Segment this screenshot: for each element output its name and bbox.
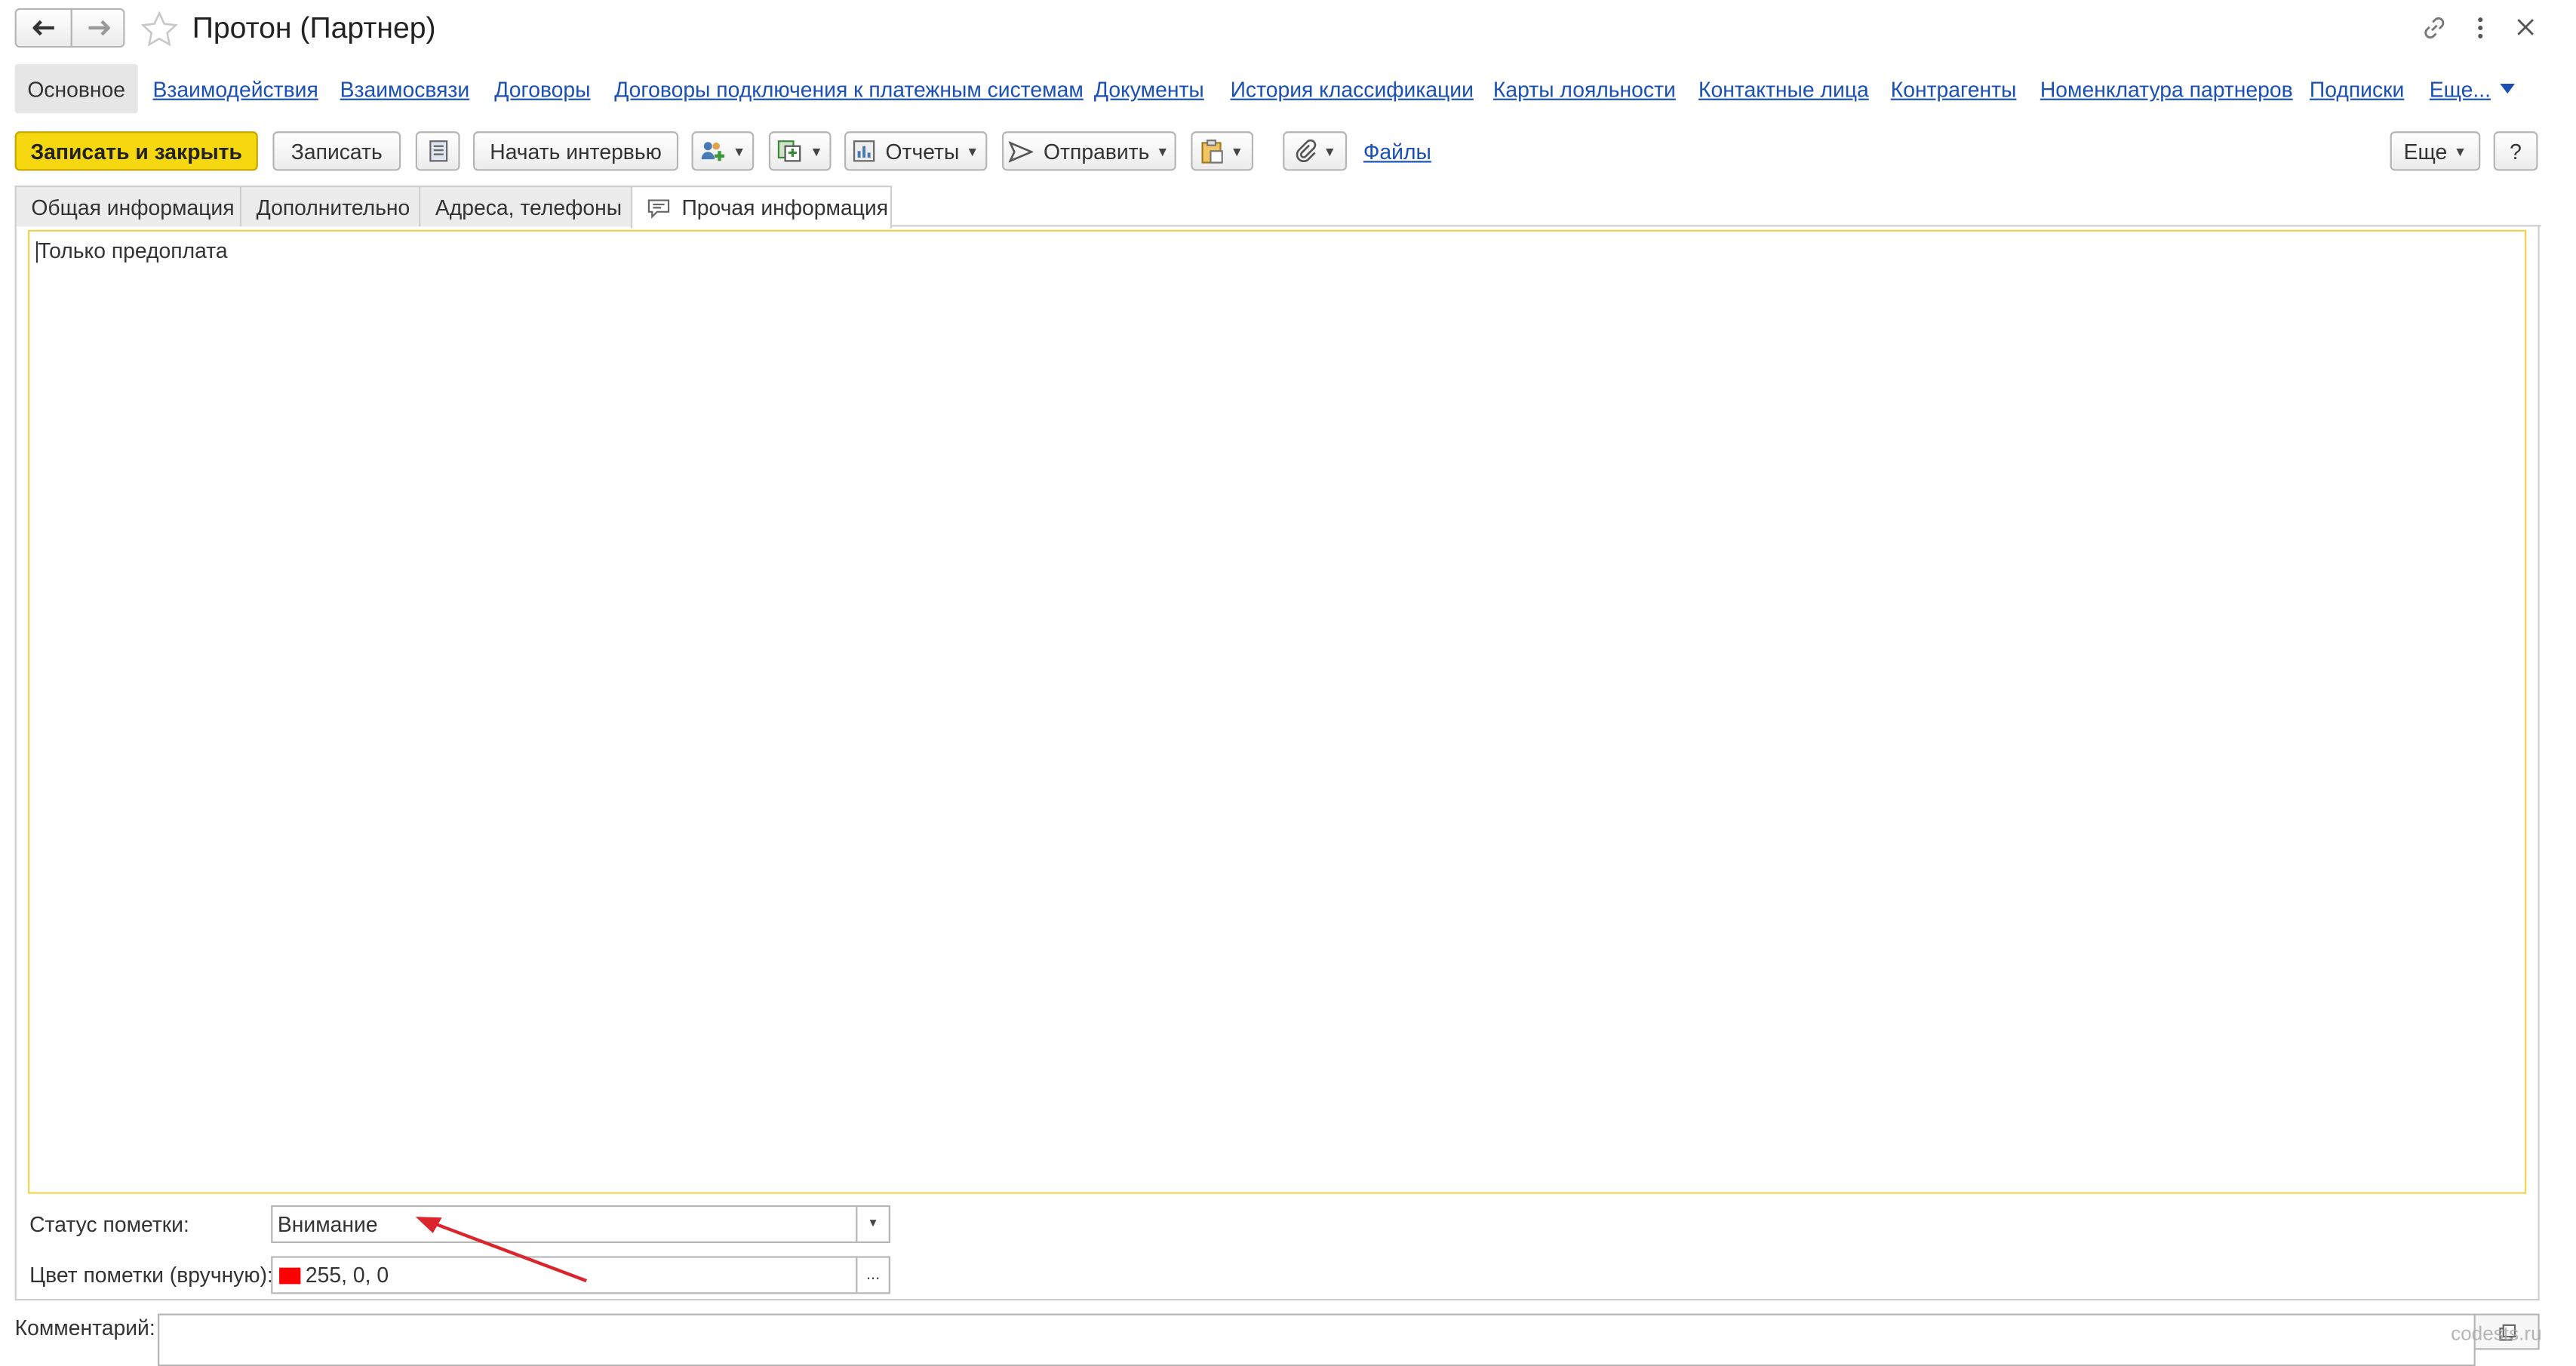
nav-link-relations[interactable]: Взаимосвязи — [340, 77, 470, 102]
dropdown-arrow-icon: ▼ — [1156, 143, 1170, 159]
chevron-down-icon — [2500, 84, 2515, 94]
star-icon[interactable] — [141, 11, 178, 46]
tab-other-info-label: Прочая информация — [681, 195, 889, 220]
clipboard-icon — [1200, 138, 1223, 164]
print-button[interactable] — [415, 131, 460, 171]
nav-link-payment-contracts[interactable]: Договоры подключения к платежным система… — [614, 77, 1084, 102]
dropdown-arrow-icon: ▼ — [1323, 143, 1336, 159]
kebab-menu-icon[interactable] — [2470, 17, 2490, 39]
tab-additional[interactable]: Дополнительно — [239, 186, 421, 227]
nav-active-main[interactable]: Основное — [14, 63, 138, 114]
comment-icon — [647, 198, 670, 218]
dropdown-arrow-icon: ▼ — [966, 143, 979, 159]
nav-link-counterparties[interactable]: Контрагенты — [1891, 77, 2017, 102]
nav-link-contracts[interactable]: Договоры — [494, 77, 590, 102]
create-contact-button[interactable]: ▼ — [691, 131, 755, 171]
status-dropdown-button[interactable]: ▼ — [856, 1207, 889, 1242]
users-add-icon — [699, 140, 726, 162]
close-icon[interactable] — [2516, 18, 2535, 36]
color-swatch — [279, 1266, 301, 1284]
create-based-icon — [777, 140, 804, 162]
other-info-text: Только предоплата — [38, 238, 228, 263]
nav-link-loyalty-cards[interactable]: Карты лояльности — [1493, 77, 1676, 102]
other-info-textarea[interactable]: Только предоплата — [28, 229, 2527, 1194]
reports-button[interactable]: Отчеты ▼ — [844, 131, 988, 171]
color-label: Цвет пометки (вручную): — [29, 1263, 273, 1288]
attachments-button[interactable]: ▼ — [1283, 131, 1348, 171]
more-button[interactable]: Еще ▼ — [2390, 131, 2481, 171]
start-interview-button[interactable]: Начать интервью — [472, 131, 679, 171]
paperclip-icon — [1293, 140, 1316, 163]
help-button[interactable]: ? — [2493, 131, 2538, 171]
more-label: Еще — [2403, 138, 2448, 164]
watermark: codests.ru — [2451, 1321, 2542, 1345]
send-button[interactable]: Отправить ▼ — [1001, 131, 1176, 171]
color-choose-button[interactable]: ... — [856, 1257, 889, 1293]
comment-label: Комментарий: — [14, 1315, 155, 1340]
dropdown-arrow-icon: ▼ — [810, 143, 823, 159]
reports-label: Отчеты — [885, 138, 960, 164]
nav-link-subscriptions[interactable]: Подписки — [2310, 77, 2404, 102]
tab-addresses[interactable]: Адреса, телефоны — [419, 186, 633, 227]
forward-button[interactable] — [70, 8, 125, 48]
back-button[interactable] — [14, 8, 72, 48]
nav-link-partner-nomenclature[interactable]: Номенклатура партнеров — [2040, 77, 2293, 102]
dropdown-arrow-icon: ▼ — [1230, 143, 1243, 159]
send-icon — [1009, 140, 1034, 162]
nav-link-documents[interactable]: Документы — [1094, 77, 1204, 102]
document-list-icon — [428, 140, 447, 162]
send-label: Отправить — [1044, 138, 1150, 164]
status-label: Статус пометки: — [29, 1211, 189, 1237]
page-title: Протон (Партнер) — [192, 11, 436, 45]
comment-input[interactable] — [157, 1313, 2476, 1366]
link-icon[interactable] — [2421, 15, 2448, 41]
print-forms-button[interactable]: ▼ — [1191, 131, 1254, 171]
arrow-right-icon — [86, 20, 109, 36]
files-link[interactable]: Файлы — [1363, 140, 1431, 164]
nav-link-interactions[interactable]: Взаимодействия — [152, 77, 318, 102]
nav-link-more[interactable]: Еще... — [2430, 77, 2491, 102]
nav-link-contact-persons[interactable]: Контактные лица — [1698, 77, 1869, 102]
partner-form-window: Протон (Партнер) Основное Взаимодействия… — [0, 0, 2576, 1366]
reports-icon — [853, 140, 875, 162]
annotation-arrow — [415, 1217, 587, 1283]
arrow-left-icon — [32, 20, 54, 36]
save-and-close-button[interactable]: Записать и закрыть — [14, 131, 258, 171]
text-cursor — [35, 241, 38, 263]
save-button[interactable]: Записать — [272, 131, 401, 171]
dropdown-arrow-icon: ▼ — [2453, 143, 2467, 159]
tab-other-info[interactable]: Прочая информация — [630, 186, 893, 229]
tab-general[interactable]: Общая информация — [14, 186, 242, 227]
nav-link-classification-history[interactable]: История классификации — [1231, 77, 1474, 102]
create-based-button[interactable]: ▼ — [768, 131, 832, 171]
dropdown-arrow-icon: ▼ — [733, 143, 746, 159]
